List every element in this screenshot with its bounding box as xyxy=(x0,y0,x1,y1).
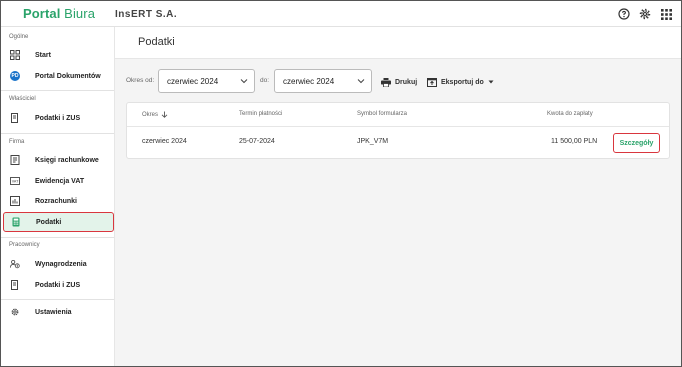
print-label: Drukuj xyxy=(395,78,418,86)
section-title-firm: Firma xyxy=(9,139,25,145)
printer-icon xyxy=(381,77,391,87)
app-window: Portal Biura InsERT S.A. Ogólne Start PD… xyxy=(0,0,682,367)
sidebar-item-start[interactable]: Start xyxy=(1,45,114,65)
brand-part2: Biura xyxy=(64,6,96,21)
chevron-down-icon xyxy=(357,79,365,84)
sidebar-item-salaries[interactable]: Wynagrodzenia xyxy=(1,254,114,274)
divider xyxy=(1,133,114,134)
sidebar-item-label: Księgi rachunkowe xyxy=(35,156,99,164)
sidebar-item-label: Rozrachunki xyxy=(35,197,78,205)
sidebar-item-label: Podatki i ZUS xyxy=(35,281,81,289)
page-title: Podatki xyxy=(138,36,175,48)
svg-text:VAT: VAT xyxy=(12,180,19,184)
sidebar-item-label: Podatki xyxy=(36,218,62,226)
tax-document-icon xyxy=(10,113,20,123)
sidebar-item-employee-taxes[interactable]: Podatki i ZUS xyxy=(1,275,114,295)
period-from-label: Okres od: xyxy=(126,77,155,84)
dashboard-icon xyxy=(10,50,20,60)
settlements-chart-icon xyxy=(10,196,20,206)
export-icon xyxy=(427,78,437,87)
export-label: Eksportuj do xyxy=(441,78,484,86)
salaries-icon xyxy=(10,259,20,269)
period-to-select[interactable]: czerwiec 2024 xyxy=(274,69,372,93)
company-name: InsERT S.A. xyxy=(115,9,178,20)
sidebar-item-ledger[interactable]: Księgi rachunkowe xyxy=(1,150,114,170)
cell-amount: 11 500,00 PLN xyxy=(551,138,598,145)
sidebar-item-settings[interactable]: Ustawienia xyxy=(1,302,114,322)
sidebar-item-label: Wynagrodzenia xyxy=(35,260,87,268)
column-header-form-symbol: Symbol formularza xyxy=(357,111,408,117)
tax-document-icon xyxy=(10,280,20,290)
top-bar: Portal Biura InsERT S.A. xyxy=(1,1,681,27)
period-to-label: do: xyxy=(260,77,270,84)
sidebar-item-owner-taxes[interactable]: Podatki i ZUS xyxy=(1,108,114,128)
sidebar-item-label: Start xyxy=(35,51,51,59)
section-title-employees: Pracownicy xyxy=(9,242,40,248)
portal-documents-badge-icon: PD xyxy=(10,71,20,81)
period-from-select[interactable]: czerwiec 2024 xyxy=(158,69,255,93)
cell-due-date: 25-07-2024 xyxy=(239,138,275,145)
cell-period: czerwiec 2024 xyxy=(142,138,187,145)
brand-part1: Portal xyxy=(23,6,61,21)
page-title-bar: Podatki xyxy=(115,27,681,59)
chevron-down-icon xyxy=(240,79,248,84)
sidebar-item-label: Ewidencja VAT xyxy=(35,177,85,185)
sidebar-item-settlements[interactable]: Rozrachunki xyxy=(1,191,114,211)
main-content: Podatki Okres od: czerwiec 2024 do: czer… xyxy=(115,27,681,366)
sidebar-item-label: Podatki i ZUS xyxy=(35,114,81,122)
cell-form-symbol: JPK_V7M xyxy=(357,138,389,145)
divider xyxy=(1,237,114,238)
column-header-period[interactable]: Okres xyxy=(142,111,168,118)
vat-icon: VAT xyxy=(10,176,20,186)
sidebar-item-label: Portal Dokumentów xyxy=(35,72,101,80)
sidebar-item-label: Ustawienia xyxy=(35,308,72,316)
brand-logo[interactable]: Portal Biura xyxy=(23,6,95,21)
calculator-icon xyxy=(11,217,21,227)
gear-icon[interactable] xyxy=(639,8,651,20)
gear-icon xyxy=(10,307,20,317)
sort-arrow-down-icon xyxy=(161,111,168,118)
divider xyxy=(1,90,114,91)
taxes-table: Okres Termin płatności Symbol formularza… xyxy=(126,102,670,159)
divider xyxy=(1,299,114,300)
period-from-value: czerwiec 2024 xyxy=(167,77,219,86)
sidebar: Ogólne Start PD Portal Dokumentów Właści… xyxy=(1,27,115,366)
apps-grid-icon[interactable] xyxy=(660,8,672,20)
column-header-amount: Kwota do zapłaty xyxy=(547,111,593,117)
sidebar-item-vat[interactable]: VAT Ewidencja VAT xyxy=(1,171,114,191)
print-button[interactable]: Drukuj xyxy=(381,75,417,89)
section-title-general: Ogólne xyxy=(9,34,29,40)
period-to-value: czerwiec 2024 xyxy=(283,77,335,86)
help-icon[interactable] xyxy=(618,8,630,20)
header-divider xyxy=(127,126,669,127)
sidebar-item-taxes[interactable]: Podatki xyxy=(3,212,114,232)
details-button[interactable]: Szczegóły xyxy=(613,133,660,153)
section-title-owner: Właściciel xyxy=(9,96,36,102)
ledger-icon xyxy=(10,155,20,165)
caret-down-icon xyxy=(488,80,494,84)
column-header-due-date: Termin płatności xyxy=(239,111,283,117)
export-button[interactable]: Eksportuj do xyxy=(427,75,494,89)
sidebar-item-portal-documents[interactable]: PD Portal Dokumentów xyxy=(1,66,114,86)
